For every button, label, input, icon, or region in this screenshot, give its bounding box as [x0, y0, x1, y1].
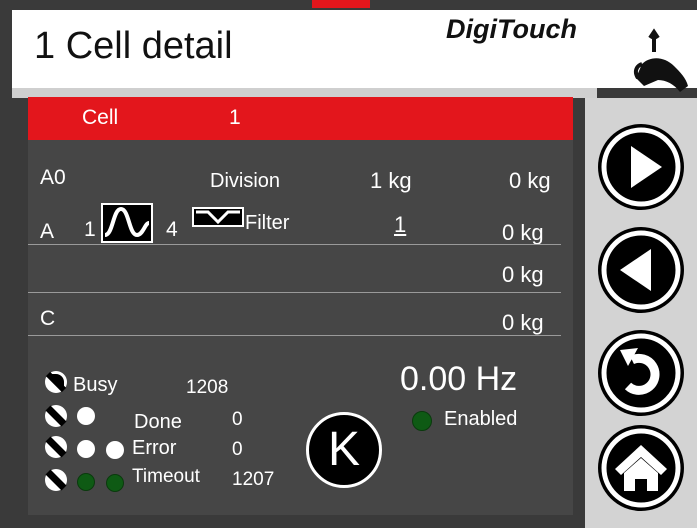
back-button[interactable]: [598, 330, 684, 416]
done-led-icon: [77, 407, 95, 425]
division-label: Division: [210, 170, 281, 192]
frequency-readout: 0.00 Hz: [400, 360, 518, 398]
previous-button[interactable]: [598, 227, 684, 313]
row-a0-label: A0: [40, 166, 66, 189]
error-value: 0: [232, 439, 243, 460]
enabled-label: Enabled: [444, 408, 518, 430]
error-led-icon: [106, 441, 124, 459]
cell-number: 1: [229, 106, 241, 129]
timeout-value: 1207: [232, 469, 275, 490]
play-next-icon: [601, 127, 681, 207]
next-button[interactable]: [598, 124, 684, 210]
error-sensor-icon: [45, 436, 67, 458]
play-prev-icon: [601, 230, 681, 310]
filter-label: Filter: [245, 212, 290, 234]
busy-sensor-icon: [45, 371, 67, 393]
row-c-label: C: [40, 307, 56, 330]
home-button[interactable]: [598, 425, 684, 511]
timeout-sensor-icon: [45, 469, 67, 491]
sine-wave-icon[interactable]: [101, 203, 153, 243]
timeout-led-icon: [77, 473, 95, 491]
error-label: Error: [132, 437, 177, 459]
filter-value[interactable]: 1: [394, 212, 406, 238]
k-button[interactable]: K: [306, 412, 382, 488]
logo-hand-icon: [633, 28, 688, 92]
timeout-label: Timeout: [132, 466, 200, 487]
wave-right-value: 4: [166, 218, 178, 241]
top-bar-indicator: [312, 0, 370, 8]
busy-label: Busy: [73, 374, 118, 396]
home-icon: [601, 428, 681, 508]
row-c-weight: 0 kg: [502, 310, 544, 335]
divider: [28, 244, 561, 245]
error-led-icon: [77, 440, 95, 458]
timeout-led-icon: [106, 474, 124, 492]
row-a0-weight: 0 kg: [509, 168, 551, 193]
busy-value: 1208: [186, 377, 229, 398]
divider: [28, 335, 561, 336]
done-sensor-icon: [45, 405, 67, 427]
done-value: 0: [232, 409, 243, 430]
row-a-weight: 0 kg: [502, 220, 544, 245]
wave-left-value: 1: [84, 218, 96, 241]
filter-wave-icon[interactable]: [192, 207, 244, 227]
k-icon: K: [327, 423, 360, 476]
division-value[interactable]: 1 kg: [370, 168, 412, 194]
back-rotate-icon: [601, 333, 681, 413]
enabled-led-icon: [412, 411, 432, 431]
done-label: Done: [134, 411, 182, 433]
page-title: 1 Cell detail: [34, 25, 233, 67]
divider: [28, 292, 561, 293]
logo-text: DigiTouch: [446, 14, 577, 44]
digitouch-logo: DigiTouch: [446, 14, 691, 98]
cell-label: Cell: [82, 106, 119, 129]
row-blank-weight: 0 kg: [502, 262, 544, 287]
row-a-label: A: [40, 220, 55, 243]
